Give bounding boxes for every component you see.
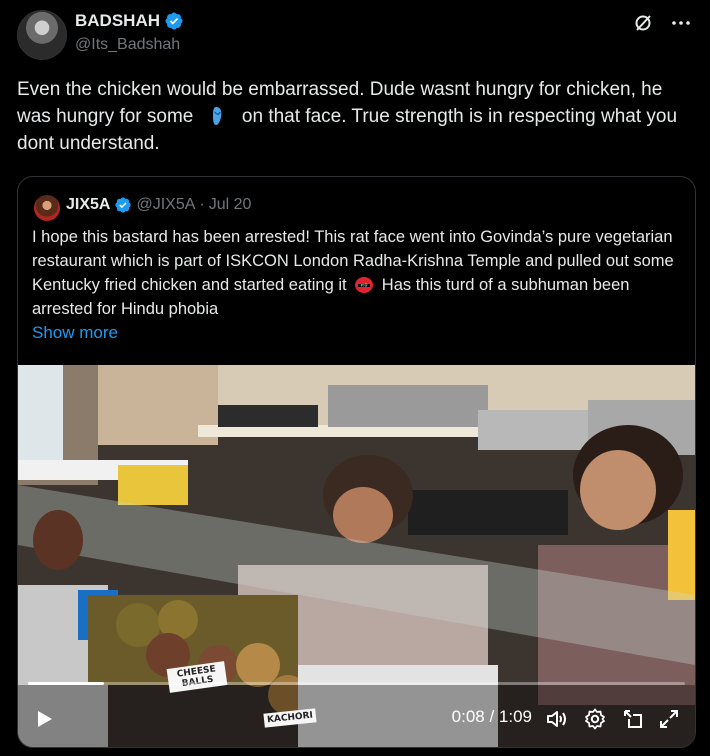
verified-icon <box>115 197 132 213</box>
author-name-row: BADSHAH <box>75 11 184 31</box>
quote-text: I hope this bastard has been arrested! T… <box>32 225 682 321</box>
progress-fill <box>28 682 105 685</box>
play-icon[interactable] <box>32 707 56 731</box>
verified-icon <box>165 12 183 30</box>
svg-text:#!@: #!@ <box>361 284 368 288</box>
quote-date[interactable]: Jul 20 <box>209 196 252 214</box>
author-handle[interactable]: @Its_Badshah <box>75 36 180 54</box>
avatar[interactable] <box>17 10 67 60</box>
quote-author-handle[interactable]: @JIX5A <box>136 196 195 214</box>
video-time: 0:08 / 1:09 <box>451 707 532 726</box>
video-player[interactable]: CHEESE BALLS KACHORI 0:08 / 1:09 <box>18 365 695 747</box>
author-name[interactable]: BADSHAH <box>75 11 160 31</box>
settings-icon[interactable] <box>583 707 607 731</box>
show-more-link[interactable]: Show more <box>32 323 118 343</box>
fullscreen-icon[interactable] <box>657 707 681 731</box>
video-controls: 0:08 / 1:09 <box>18 687 695 747</box>
quoted-tweet[interactable]: JIX5A @JIX5A · Jul 20 I hope this bastar… <box>17 176 696 748</box>
angry-emoji: #!@ <box>355 277 374 293</box>
sandal-emoji <box>212 107 221 125</box>
quote-author-name[interactable]: JIX5A <box>66 196 110 214</box>
pip-icon[interactable] <box>621 707 645 731</box>
grok-icon[interactable] <box>632 12 654 34</box>
top-actions <box>632 12 692 34</box>
quote-avatar[interactable] <box>34 195 60 221</box>
quote-header: JIX5A @JIX5A · Jul 20 <box>66 196 251 214</box>
tweet-text: Even the chicken would be embarrassed. D… <box>17 76 687 157</box>
volume-icon[interactable] <box>545 707 569 731</box>
quote-separator: · <box>199 196 205 213</box>
progress-bar[interactable] <box>28 682 685 685</box>
more-icon[interactable] <box>670 12 692 34</box>
